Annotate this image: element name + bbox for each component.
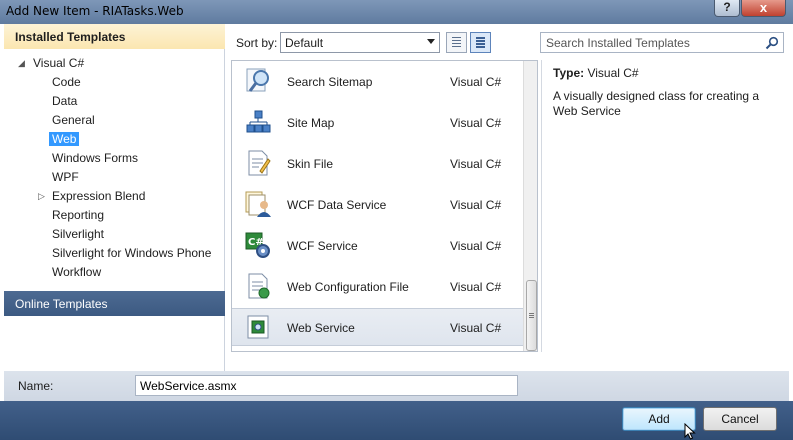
type-label: Type:	[553, 66, 585, 80]
tree-item-label: Code	[52, 75, 81, 89]
small-icons-view-icon	[452, 37, 461, 48]
tree-item-reporting[interactable]: Reporting	[52, 206, 104, 224]
data-service-icon	[245, 191, 271, 217]
title-bar: Add New Item - RIATasks.Web ? x	[0, 0, 793, 24]
template-name: WCF Data Service	[287, 198, 387, 212]
search-templates-input[interactable]	[546, 35, 761, 50]
tree-item-label: Silverlight for Windows Phone	[52, 246, 212, 260]
close-button[interactable]: x	[741, 0, 786, 17]
tree-item-label: Windows Forms	[52, 151, 139, 165]
search-icon[interactable]	[765, 36, 779, 50]
template-language: Visual C#	[450, 198, 502, 212]
tree-item-silverlight-windows-phone[interactable]: Silverlight for Windows Phone	[52, 244, 211, 262]
template-list: Search Sitemap Visual C# Site Map Visual…	[231, 60, 538, 352]
scrollbar-thumb[interactable]	[526, 280, 537, 351]
template-description-text: A visually designed class for creating a…	[553, 89, 760, 118]
template-item-web-configuration-file[interactable]: Web Configuration File Visual C#	[232, 268, 524, 306]
tree-item-label: Workflow	[52, 265, 102, 279]
tree-item-wpf[interactable]: WPF	[52, 168, 79, 186]
medium-icons-view-icon	[476, 37, 485, 48]
template-list-scrollbar[interactable]	[523, 61, 537, 351]
template-item-wcf-service[interactable]: C# WCF Service Visual C#	[232, 227, 524, 265]
sitemap-icon	[246, 110, 271, 133]
template-language: Visual C#	[450, 116, 502, 130]
grip-icon	[529, 313, 534, 318]
template-name: Web Service	[287, 321, 355, 335]
chevron-down-icon	[427, 39, 435, 44]
expanded-arrow-icon[interactable]: ◢	[18, 54, 25, 72]
dialog-button-bar: Add Cancel	[0, 401, 793, 440]
template-item-search-sitemap[interactable]: Search Sitemap Visual C#	[232, 63, 524, 101]
tree-item-label: Reporting	[52, 208, 105, 222]
name-bar: Name:	[4, 371, 789, 401]
template-language: Visual C#	[450, 280, 502, 294]
wcf-service-icon: C#	[245, 232, 270, 258]
template-item-web-service[interactable]: Web Service Visual C#	[232, 308, 524, 346]
window-title: Add New Item - RIATasks.Web	[6, 4, 184, 18]
template-name: Site Map	[287, 116, 335, 130]
collapsed-arrow-icon[interactable]: ▷	[38, 187, 45, 205]
template-description-panel: Type: Visual C# A visually designed clas…	[541, 60, 784, 352]
tree-item-label: Data	[52, 94, 78, 108]
help-button[interactable]: ?	[714, 0, 740, 17]
template-language: Visual C#	[450, 321, 502, 335]
small-icons-view-button[interactable]	[446, 32, 467, 53]
template-language: Visual C#	[450, 75, 502, 89]
installed-templates-header[interactable]: Installed Templates	[4, 24, 225, 49]
tree-item-visual-csharp[interactable]: ◢ Visual C#	[18, 54, 218, 72]
magnifier-icon	[246, 68, 269, 92]
online-templates-label: Online Templates	[15, 297, 108, 311]
tree-item-workflow[interactable]: Workflow	[52, 263, 101, 281]
tree-item-silverlight[interactable]: Silverlight	[52, 225, 104, 243]
template-name: Web Configuration File	[287, 280, 409, 294]
tree-item-web[interactable]: Web	[49, 130, 80, 148]
tree-item-data[interactable]: Data	[52, 92, 77, 110]
template-item-site-map[interactable]: Site Map Visual C#	[232, 104, 524, 142]
sort-by-label: Sort by:	[236, 36, 278, 50]
config-file-icon	[248, 273, 270, 299]
web-service-icon	[247, 315, 269, 339]
template-language: Visual C#	[450, 239, 502, 253]
template-category-panel: Installed Templates ◢ Visual C# Code Dat…	[4, 24, 225, 371]
template-name: Search Sitemap	[287, 75, 373, 89]
tree-item-code[interactable]: Code	[52, 73, 81, 91]
name-input[interactable]	[135, 375, 518, 396]
sort-by-dropdown[interactable]: Default	[280, 32, 440, 53]
sort-by-value: Default	[285, 36, 324, 50]
online-templates-header[interactable]: Online Templates	[4, 291, 225, 316]
installed-templates-label: Installed Templates	[15, 30, 126, 44]
type-value: Visual C#	[587, 66, 639, 80]
tree-item-expression-blend[interactable]: ▷ Expression Blend	[38, 187, 218, 205]
tree-item-windows-forms[interactable]: Windows Forms	[52, 149, 138, 167]
name-label: Name:	[18, 379, 54, 393]
template-item-skin-file[interactable]: Skin File Visual C#	[232, 145, 524, 183]
tree-item-label: General	[52, 113, 95, 127]
cancel-button[interactable]: Cancel	[703, 407, 777, 431]
tree-item-label: Silverlight	[52, 227, 105, 241]
medium-icons-view-button[interactable]	[470, 32, 491, 53]
template-type: Type: Visual C#	[553, 66, 639, 80]
tree-item-label: Expression Blend	[52, 189, 146, 203]
template-name: WCF Service	[287, 239, 358, 253]
template-name: Skin File	[287, 157, 334, 171]
search-templates-box[interactable]	[540, 32, 784, 53]
skin-file-icon	[248, 150, 271, 176]
tree-item-general[interactable]: General	[52, 111, 95, 129]
tree-item-label: Web	[49, 132, 80, 146]
mouse-cursor-icon	[684, 423, 696, 440]
tree-item-label: Visual C#	[33, 56, 85, 70]
template-language: Visual C#	[450, 157, 502, 171]
tree-item-label: WPF	[52, 170, 79, 184]
template-item-wcf-data-service[interactable]: WCF Data Service Visual C#	[232, 186, 524, 224]
